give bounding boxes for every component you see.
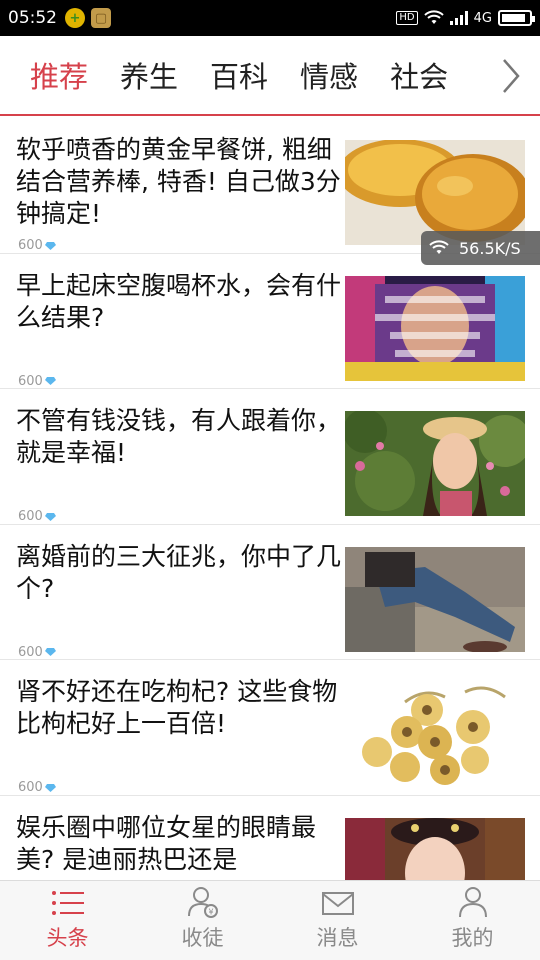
user-coin-icon: ¥ bbox=[187, 887, 218, 918]
nav-profile[interactable]: 我的 bbox=[405, 881, 540, 960]
news-item[interactable]: 离婚前的三大征兆，你中了几个? 600 bbox=[0, 525, 540, 660]
nav-recruit[interactable]: ¥ 收徒 bbox=[135, 881, 270, 960]
app-screen: 05:52 + ▢ HD 4G 推荐 养生 百科 情感 社会 软乎喷香的黄金早餐… bbox=[0, 0, 540, 960]
tab-encyclopedia[interactable]: 百科 bbox=[210, 54, 268, 96]
read-count-value: 600 bbox=[18, 780, 43, 795]
news-title: 肾不好还在吃枸杞? 这些食物比枸杞好上一百倍! bbox=[16, 677, 338, 738]
news-title: 早上起床空腹喝杯水，会有什么结果? bbox=[16, 270, 342, 332]
nav-headlines[interactable]: 头条 bbox=[0, 881, 135, 960]
news-title: 软乎喷香的黄金早餐饼, 粗细结合营养棒, 特香! 自己做3分钟搞定! bbox=[16, 135, 341, 228]
person-icon bbox=[458, 887, 487, 918]
app-notification-icon: + bbox=[65, 8, 85, 28]
news-item[interactable]: 不管有钱没钱，有人跟着你，就是幸福! 600 bbox=[0, 389, 540, 525]
thumbnail-image bbox=[345, 140, 525, 245]
diamond-icon bbox=[44, 648, 56, 656]
nav-label: 收徒 bbox=[181, 926, 224, 950]
read-count-value: 600 bbox=[18, 238, 43, 253]
tab-society[interactable]: 社会 bbox=[390, 54, 448, 96]
network-type: 4G bbox=[473, 10, 492, 26]
battery-icon bbox=[498, 10, 535, 26]
news-item[interactable]: 早上起床空腹喝杯水，会有什么结果? 600 bbox=[0, 254, 540, 389]
read-count-value: 600 bbox=[18, 644, 43, 660]
thumbnail-image bbox=[345, 275, 525, 381]
wifi-icon bbox=[429, 240, 449, 254]
read-count: 600 bbox=[18, 238, 56, 253]
category-tab-bar: 推荐 养生 百科 情感 社会 bbox=[0, 36, 540, 116]
list-icon bbox=[51, 891, 84, 915]
tab-emotion[interactable]: 情感 bbox=[300, 54, 358, 96]
thumbnail-image bbox=[345, 411, 525, 516]
diamond-icon bbox=[44, 377, 56, 385]
read-count-value: 600 bbox=[18, 373, 43, 389]
thumbnail-image bbox=[345, 546, 525, 652]
read-count: 600 bbox=[18, 509, 56, 524]
mail-icon bbox=[321, 892, 354, 915]
nav-label: 头条 bbox=[46, 926, 89, 950]
network-speed-overlay: 56.5K/S bbox=[421, 231, 540, 265]
battery-fill bbox=[502, 14, 526, 22]
tab-recommend[interactable]: 推荐 bbox=[30, 54, 88, 96]
gallery-notification-icon: ▢ bbox=[91, 8, 111, 28]
diamond-icon bbox=[44, 241, 56, 250]
diamond-icon bbox=[44, 512, 56, 521]
bottom-navigation: 头条 ¥ 收徒 消息 我的 bbox=[0, 880, 540, 960]
news-title: 娱乐圈中哪位女星的眼睛最美? 是迪丽热巴还是 bbox=[16, 812, 317, 874]
read-count: 600 bbox=[18, 374, 56, 389]
svg-text:¥: ¥ bbox=[208, 908, 213, 917]
nav-label: 我的 bbox=[451, 926, 494, 950]
read-count: 600 bbox=[18, 645, 56, 660]
status-indicators: HD 4G bbox=[396, 10, 535, 26]
wifi-icon bbox=[423, 10, 444, 24]
read-count-value: 600 bbox=[18, 509, 43, 524]
hd-voice-badge: HD bbox=[396, 11, 418, 25]
nav-messages[interactable]: 消息 bbox=[270, 881, 405, 960]
network-speed-value: 56.5K/S bbox=[459, 238, 521, 258]
diamond-icon bbox=[44, 783, 56, 792]
status-bar: 05:52 + ▢ HD 4G bbox=[0, 0, 540, 36]
status-time: 05:52 bbox=[8, 8, 57, 28]
news-title: 离婚前的三大征兆，你中了几个? bbox=[16, 541, 342, 603]
news-title: 不管有钱没钱，有人跟着你，就是幸福! bbox=[16, 406, 342, 467]
tab-health[interactable]: 养生 bbox=[120, 54, 178, 96]
news-item[interactable]: 肾不好还在吃枸杞? 这些食物比枸杞好上一百倍! 600 bbox=[0, 660, 540, 796]
read-count: 600 bbox=[18, 780, 56, 795]
thumbnail-image bbox=[345, 682, 525, 787]
signal-icon bbox=[449, 11, 468, 25]
nav-label: 消息 bbox=[316, 926, 359, 950]
chevron-right-icon[interactable] bbox=[496, 56, 526, 96]
